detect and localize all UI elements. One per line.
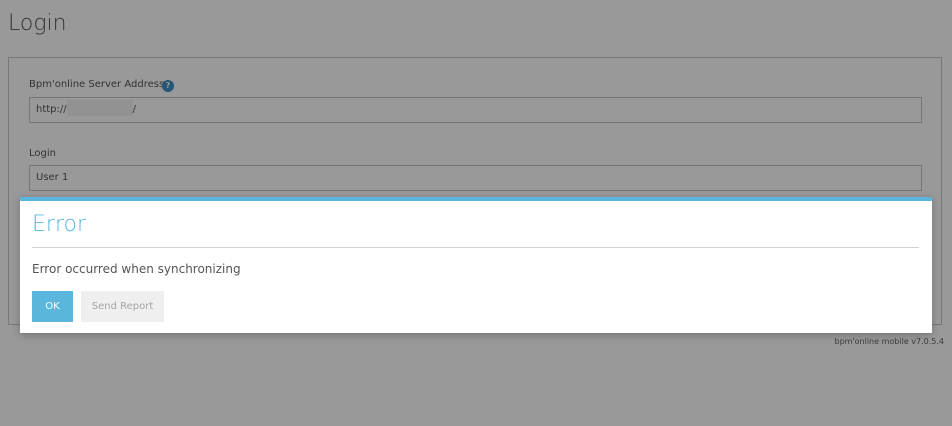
error-dialog: Error Error occurred when synchronizing … (20, 197, 932, 333)
send-report-button[interactable]: Send Report (81, 291, 164, 322)
dialog-title: Error (32, 212, 87, 237)
ok-button[interactable]: OK (32, 291, 73, 322)
dialog-divider (32, 247, 919, 248)
dialog-message: Error occurred when synchronizing (32, 262, 241, 276)
